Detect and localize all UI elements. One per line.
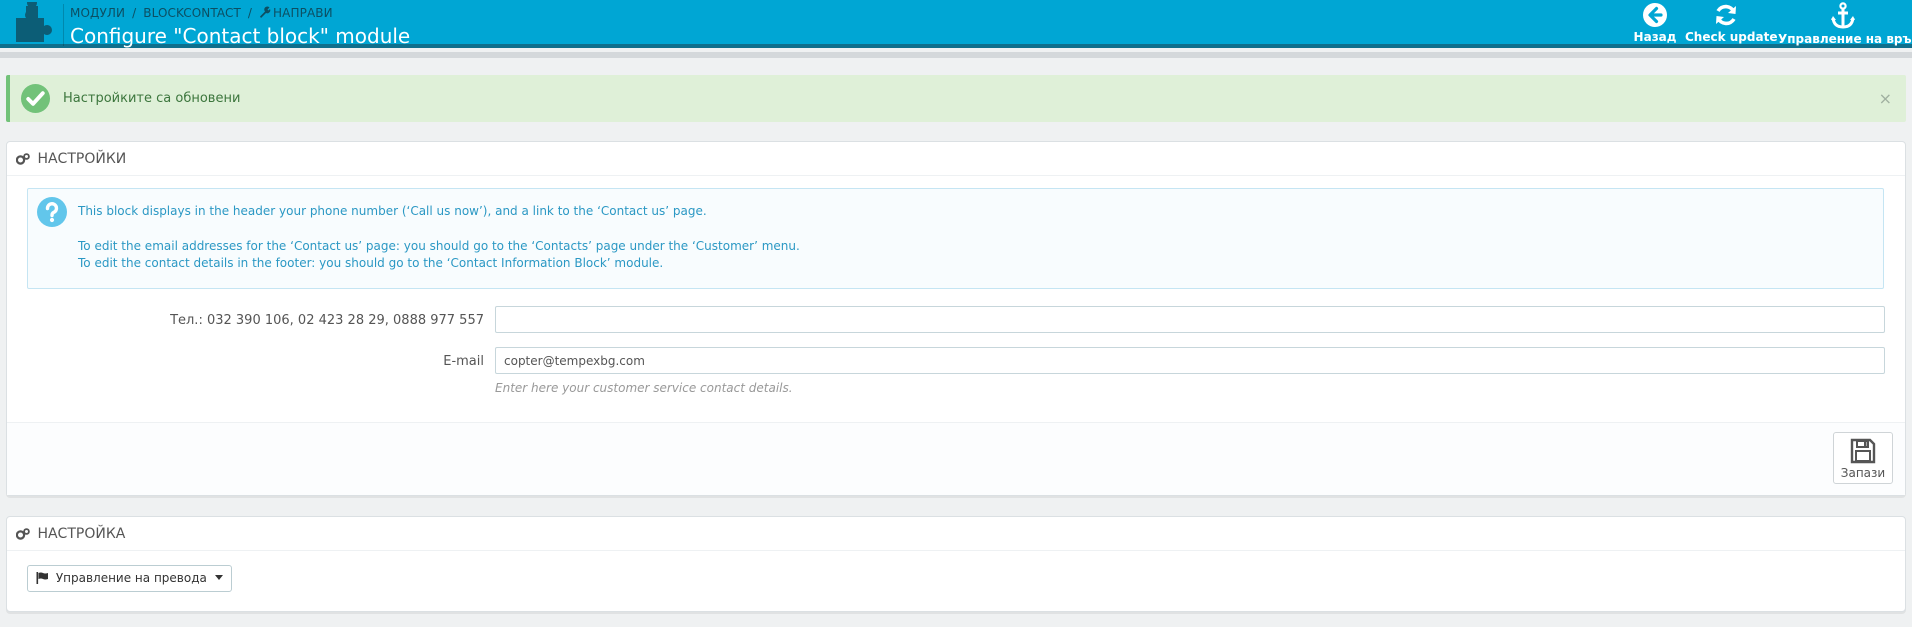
configuration-panel-heading: Настройка	[7, 517, 1905, 551]
alert-message: Настройките са обновени	[63, 91, 241, 106]
puzzle-icon	[16, 2, 52, 43]
manage-translations-label: Управление на превода	[55, 571, 207, 585]
chevron-down-icon	[214, 575, 223, 580]
wrench-icon	[260, 6, 271, 18]
phone-label: Тел.: 032 390 106, 02 423 28 29, 0888 97…	[170, 313, 484, 328]
header-shadow	[0, 52, 1912, 58]
save-button[interactable]: Запази	[1833, 432, 1893, 484]
breadcrumb: Модули / blockcontact / Направи	[70, 6, 333, 20]
settings-heading-text: Настройки	[37, 151, 127, 167]
configuration-panel: Настройка Управление на превода	[6, 516, 1906, 612]
page-title: Configure "Contact block" module	[70, 24, 411, 48]
settings-panel: Настройки This block displays in the hea…	[6, 141, 1906, 496]
settings-panel-footer: Запази	[7, 422, 1905, 495]
save-button-label: Запази	[1840, 466, 1886, 480]
configuration-heading-text: Настройка	[37, 526, 126, 542]
manage-translations-dropdown[interactable]: Управление на превода	[27, 565, 232, 592]
anchor-icon	[1831, 2, 1855, 29]
page-header-toolbar: Модули / blockcontact / Направи Configure "C…	[0, 0, 1912, 48]
save-icon	[1850, 438, 1876, 464]
cogs-icon	[15, 528, 30, 540]
check-circle-icon	[20, 83, 51, 114]
check-update-label: Check update	[1685, 30, 1778, 44]
breadcrumb-modules[interactable]: Модули	[70, 6, 125, 20]
question-circle-icon	[37, 197, 67, 227]
breadcrumb-edit: Направи	[273, 6, 333, 20]
manage-hooks-label: Управление на връзки	[1778, 32, 1912, 46]
refresh-icon	[1716, 4, 1736, 26]
breadcrumb-module[interactable]: blockcontact	[143, 6, 241, 20]
header-divider	[63, 4, 64, 46]
back-button[interactable]: Назад	[1632, 2, 1678, 46]
success-alert: Настройките са обновени ×	[6, 75, 1906, 122]
cogs-icon	[15, 153, 30, 165]
manage-hooks-button[interactable]: Управление на връзки	[1778, 2, 1912, 46]
email-label: E-mail	[443, 354, 484, 369]
arrow-left-circle-icon	[1643, 3, 1667, 27]
close-alert-button[interactable]: ×	[1879, 89, 1892, 108]
phone-input[interactable]	[495, 306, 1885, 333]
check-update-button[interactable]: Check update	[1685, 2, 1777, 46]
info-line-3: To edit the contact details in the foote…	[78, 256, 664, 270]
info-box: This block displays in the header your p…	[27, 188, 1884, 289]
settings-panel-heading: Настройки	[7, 142, 1905, 176]
back-button-label: Назад	[1633, 30, 1677, 44]
email-input[interactable]	[495, 347, 1885, 374]
info-line-2: To edit the email addresses for the ‘Con…	[78, 239, 800, 253]
help-text: Enter here your customer service contact…	[495, 381, 793, 395]
info-line-1: This block displays in the header your p…	[78, 204, 707, 218]
flag-icon	[36, 572, 48, 584]
